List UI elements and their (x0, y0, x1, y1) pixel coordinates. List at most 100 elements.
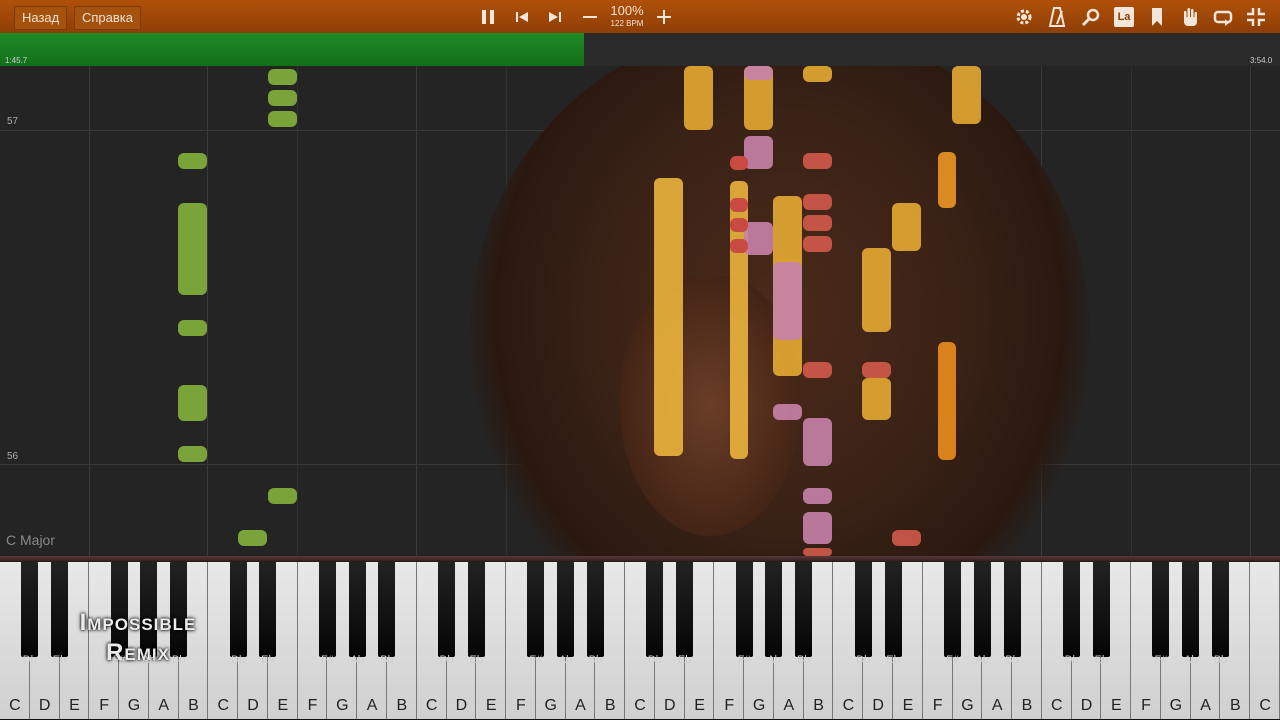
white-key-label: E (69, 697, 80, 714)
black-key-label: Db (22, 654, 37, 666)
black-key[interactable] (1152, 562, 1170, 657)
black-key[interactable] (557, 562, 575, 657)
note (178, 320, 207, 336)
black-key-label: Bb (171, 654, 186, 666)
black-key-label: Ab (975, 654, 990, 666)
black-key[interactable] (973, 562, 991, 657)
black-key[interactable] (646, 562, 664, 657)
black-key[interactable] (229, 562, 247, 657)
note (684, 66, 713, 130)
note (178, 446, 207, 462)
white-key-label: F (724, 697, 735, 714)
metronome-icon[interactable] (1045, 5, 1069, 29)
skip-forward-icon[interactable] (543, 5, 567, 29)
white-key-label: E (485, 697, 497, 714)
black-key[interactable] (259, 562, 277, 657)
white-key-label: B (604, 697, 616, 714)
black-key[interactable] (676, 562, 694, 657)
black-key[interactable] (586, 562, 604, 657)
black-key-label: Ab (767, 654, 781, 666)
white-key-label: F (932, 697, 943, 714)
white-key-label: C (1259, 697, 1271, 714)
gear-icon[interactable] (1012, 5, 1036, 29)
pause-icon[interactable] (476, 5, 500, 29)
black-key[interactable] (795, 562, 813, 657)
note (862, 362, 891, 378)
label-icon[interactable]: La (1112, 5, 1136, 29)
zoom-level: 100% (610, 3, 644, 18)
hand-icon[interactable] (1178, 5, 1202, 29)
label-toggle: La (1114, 7, 1134, 27)
note (952, 66, 981, 124)
white-key-label: E (694, 697, 705, 714)
bpm-readout: 122 BPM (610, 19, 644, 28)
white-key-label: G (961, 697, 974, 714)
black-key-label: F# (529, 654, 543, 666)
white-key-label: A (783, 697, 795, 714)
zoom-out-icon[interactable] (578, 5, 602, 29)
bookmark-icon[interactable] (1145, 5, 1169, 29)
black-key-label: F# (112, 654, 126, 666)
black-key[interactable] (1211, 562, 1229, 657)
note (803, 362, 832, 378)
search-icon[interactable] (1079, 5, 1103, 29)
white-key-label: D (38, 697, 51, 714)
white-key-label: B (188, 697, 199, 714)
measure-number: 57 (7, 116, 19, 127)
white-key-label: A (158, 697, 170, 714)
black-key-label: F# (946, 654, 959, 666)
timeline-scrubber[interactable] (0, 33, 1280, 66)
note (268, 90, 297, 106)
back-button[interactable]: Назад (14, 6, 68, 30)
white-key-label: A (991, 697, 1003, 714)
note (744, 222, 773, 255)
black-key-label: F# (321, 654, 334, 666)
black-key-label: Eb (469, 654, 483, 666)
skip-back-icon[interactable] (510, 5, 534, 29)
black-key[interactable] (765, 562, 783, 657)
white-key-label: G (752, 697, 766, 714)
black-key-label: F# (1154, 654, 1168, 666)
black-key[interactable] (884, 562, 902, 657)
white-key-label: A (366, 697, 378, 714)
black-key[interactable] (1063, 562, 1081, 657)
white-key-label: F (516, 697, 526, 714)
key-signature: C Major (6, 532, 56, 548)
note (268, 69, 297, 85)
white-key-label: D (1080, 697, 1093, 714)
exit-fullscreen-icon[interactable] (1244, 5, 1268, 29)
black-key[interactable] (348, 562, 366, 657)
black-key[interactable] (735, 562, 753, 657)
note (803, 488, 832, 504)
black-key-label: Db (1064, 654, 1079, 666)
note (803, 548, 832, 556)
note (862, 378, 891, 420)
white-key-label: C (634, 697, 646, 714)
loop-icon[interactable] (1211, 5, 1235, 29)
black-key-label: Bb (796, 654, 811, 666)
black-key-label: Eb (52, 654, 67, 666)
black-key[interactable] (467, 562, 485, 657)
black-key[interactable] (438, 562, 455, 657)
black-key[interactable] (1003, 562, 1021, 657)
black-key[interactable] (378, 562, 396, 657)
zoom-in-icon[interactable] (652, 5, 676, 29)
note (803, 512, 832, 544)
black-key[interactable] (1092, 562, 1110, 657)
black-key-label: Eb (677, 654, 692, 666)
black-key[interactable] (854, 562, 872, 657)
watermark-line-1: Impossible (79, 609, 197, 636)
white-key-label: E (277, 697, 289, 714)
note (268, 488, 297, 504)
white-key[interactable]: C (1250, 562, 1280, 719)
black-key[interactable] (1182, 562, 1200, 657)
black-key[interactable] (318, 562, 336, 657)
black-key[interactable] (944, 562, 962, 657)
white-key-label: B (1021, 697, 1033, 714)
note (178, 203, 207, 295)
black-key[interactable] (527, 562, 545, 657)
help-button[interactable]: Справка (74, 6, 141, 30)
white-key-label: F (1141, 697, 1151, 714)
black-key[interactable] (21, 562, 39, 657)
total-time: 3:54.0 (1250, 56, 1273, 65)
